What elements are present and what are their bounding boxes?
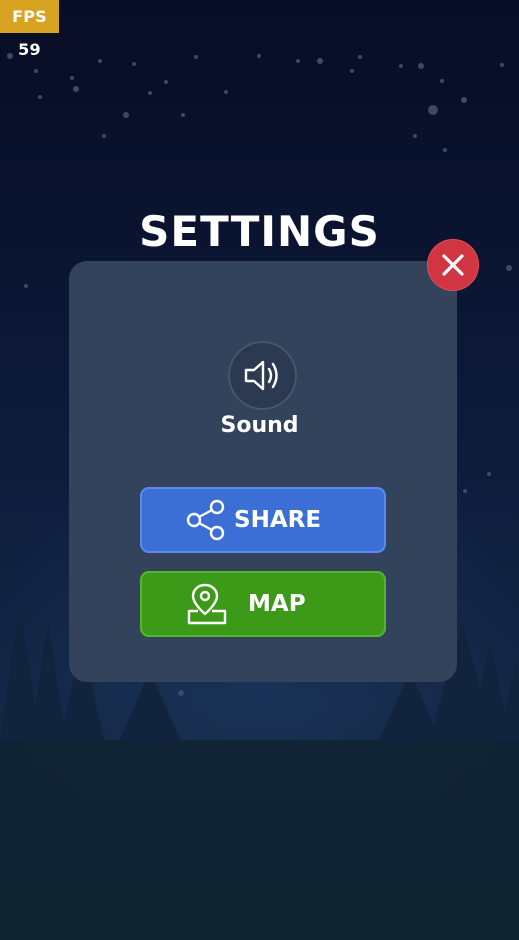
speaker-icon — [244, 360, 278, 391]
close-icon — [442, 254, 464, 276]
share-label: SHARE — [234, 507, 322, 533]
map-button[interactable]: MAP — [140, 571, 386, 637]
sound-label: Sound — [220, 413, 299, 438]
share-button[interactable]: SHARE — [140, 487, 386, 553]
share-icon — [186, 499, 225, 541]
close-button[interactable] — [427, 239, 479, 291]
fps-counter: FPS 59 — [0, 0, 59, 59]
sound-toggle-button[interactable] — [228, 341, 297, 410]
map-label: MAP — [248, 591, 306, 617]
map-pin-icon — [187, 583, 227, 625]
